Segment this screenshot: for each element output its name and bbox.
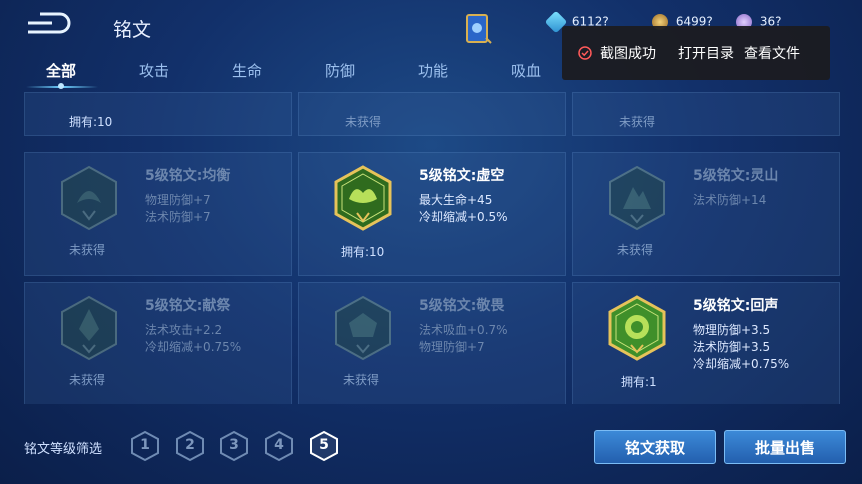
tab-health[interactable]: 生命 <box>212 60 282 81</box>
inscription-awe-icon <box>335 295 391 361</box>
level-number: 1 <box>140 437 150 453</box>
inscription-stat: 冷却缩减+0.75% <box>693 357 790 371</box>
inscription-name: 5级铭文:灵山 <box>693 168 779 184</box>
back-arrow-icon[interactable] <box>22 10 74 36</box>
inscription-grid: 拥有:10 未获得 未获得 5级铭文:均衡 物理防御+7 法术防御+7 未获得 … <box>0 92 862 404</box>
inscription-name: 5级铭文:虚空 <box>419 168 505 184</box>
inscription-spirit-mountain-icon <box>609 165 665 231</box>
inscription-stat: 法术防御+3.5 <box>693 340 771 354</box>
inscription-sacrifice-icon <box>61 295 117 361</box>
inscription-stat: 冷却缩减+0.75% <box>145 340 242 354</box>
screenshot-toast: 截图成功 打开目录 查看文件 <box>562 26 830 80</box>
inscription-name: 5级铭文:敬畏 <box>419 298 505 314</box>
inscription-stat: 物理防御+3.5 <box>693 323 771 337</box>
inscription-card[interactable]: 5级铭文:回声 物理防御+3.5 法术防御+3.5 冷却缩减+0.75% 拥有:… <box>572 282 840 404</box>
level-number: 3 <box>229 437 239 453</box>
inscription-name: 5级铭文:均衡 <box>145 168 231 184</box>
bulk-sell-button[interactable]: 批量出售 <box>724 430 846 464</box>
inscription-stat: 法术防御+7 <box>145 210 211 224</box>
level-filter-5[interactable]: 5 <box>309 430 339 462</box>
level-filter-4[interactable]: 4 <box>264 430 294 462</box>
tab-all[interactable]: 全部 <box>26 60 96 81</box>
level-number: 5 <box>319 437 329 453</box>
owned-count: 拥有:10 <box>69 115 113 129</box>
inscription-stat: 最大生命+45 <box>419 193 493 207</box>
tab-attack[interactable]: 攻击 <box>119 60 189 81</box>
inscription-name: 5级铭文:回声 <box>693 298 779 314</box>
inscription-card[interactable]: 未获得 <box>572 92 840 136</box>
inscription-void-icon <box>334 165 392 231</box>
inscription-stat: 物理防御+7 <box>419 340 485 354</box>
inscription-card[interactable]: 5级铭文:灵山 法术防御+14 未获得 <box>572 152 840 276</box>
inscription-card[interactable]: 5级铭文:敬畏 法术吸血+0.7% 物理防御+7 未获得 <box>298 282 566 404</box>
bottom-bar: 铭文等级筛选 1 2 3 4 5 铭文获取 批量出售 <box>0 420 862 484</box>
inscription-stat: 法术防御+14 <box>693 193 767 207</box>
not-obtained-label: 未获得 <box>69 243 106 257</box>
owned-count: 拥有:10 <box>341 245 385 259</box>
not-obtained-label: 未获得 <box>343 373 380 387</box>
level-filter-3[interactable]: 3 <box>219 430 249 462</box>
inscription-name: 5级铭文:献祭 <box>145 298 231 314</box>
open-directory-link[interactable]: 打开目录 <box>678 43 734 63</box>
not-obtained-label: 未获得 <box>345 115 382 129</box>
inscription-balance-icon <box>61 165 117 231</box>
inscription-stat: 物理防御+7 <box>145 193 211 207</box>
inscription-stat: 法术吸血+0.7% <box>419 323 508 337</box>
owned-count: 拥有:1 <box>621 375 657 389</box>
active-tab-dot <box>58 83 64 89</box>
tab-utility[interactable]: 功能 <box>398 60 468 81</box>
check-circle-icon <box>578 46 592 60</box>
toast-message: 截图成功 <box>600 46 656 62</box>
inscription-card-icon[interactable] <box>464 12 492 46</box>
inscription-stat: 法术攻击+2.2 <box>145 323 223 337</box>
level-filter-2[interactable]: 2 <box>175 430 205 462</box>
view-file-link[interactable]: 查看文件 <box>744 43 800 63</box>
get-inscription-button[interactable]: 铭文获取 <box>594 430 716 464</box>
inscription-echo-icon <box>608 295 666 361</box>
level-number: 4 <box>274 437 284 453</box>
inscription-card[interactable]: 未获得 <box>298 92 566 136</box>
level-number: 2 <box>185 437 195 453</box>
level-filter-label: 铭文等级筛选 <box>24 442 103 457</box>
inscription-card[interactable]: 拥有:10 <box>24 92 292 136</box>
inscription-stat: 冷却缩减+0.5% <box>419 210 508 224</box>
tab-defense[interactable]: 防御 <box>305 60 375 81</box>
level-filter-1[interactable]: 1 <box>130 430 160 462</box>
inscription-card[interactable]: 5级铭文:献祭 法术攻击+2.2 冷却缩减+0.75% 未获得 <box>24 282 292 404</box>
tab-lifesteal[interactable]: 吸血 <box>491 60 561 81</box>
not-obtained-label: 未获得 <box>69 373 106 387</box>
not-obtained-label: 未获得 <box>617 243 654 257</box>
inscription-card[interactable]: 5级铭文:虚空 最大生命+45 冷却缩减+0.5% 拥有:10 <box>298 152 566 276</box>
page-title: 铭文 <box>113 19 152 41</box>
inscription-card[interactable]: 5级铭文:均衡 物理防御+7 法术防御+7 未获得 <box>24 152 292 276</box>
not-obtained-label: 未获得 <box>619 115 656 129</box>
